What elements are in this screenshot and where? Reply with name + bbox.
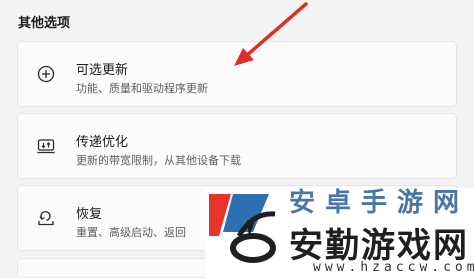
plus-circle-icon <box>37 65 55 83</box>
optional-updates-desc: 功能、质量和驱动程序更新 <box>76 82 208 95</box>
delivery-optimization-desc: 更新的带宽限制，从其他设备下载 <box>76 154 241 167</box>
delivery-optimization-label: 传递优化 <box>76 135 129 150</box>
section-title: 其他选项 <box>18 16 71 31</box>
recovery-icon <box>38 210 54 226</box>
optional-updates-item[interactable]: 可选更新 功能、质量和驱动程序更新 <box>17 41 457 107</box>
recovery-desc: 重置、高级启动、返回 <box>76 226 186 239</box>
recovery-label: 恢复 <box>76 207 103 222</box>
watermark-url: www.hzaccw.com <box>313 260 474 275</box>
watermark-logo-icon <box>209 194 276 263</box>
optional-updates-label: 可选更新 <box>76 63 129 78</box>
watermark: 安卓手游网 安勤游戏网 www.hzaccw.com <box>205 188 474 278</box>
delivery-optimization-item[interactable]: 传递优化 更新的带宽限制，从其他设备下载 <box>17 113 457 179</box>
watermark-top-text: 安卓手游网 <box>289 188 470 218</box>
delivery-optimization-icon <box>37 139 55 154</box>
